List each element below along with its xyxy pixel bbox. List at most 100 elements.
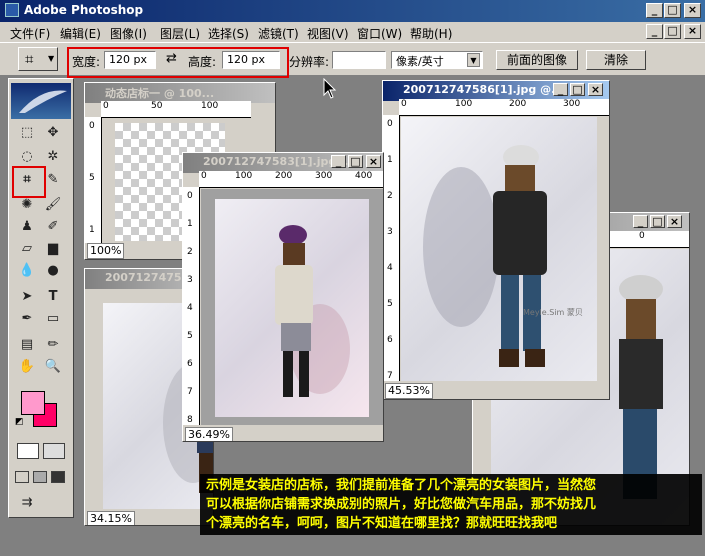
- blur-tool-icon[interactable]: 💧: [17, 261, 37, 281]
- ruler-label: 6: [187, 359, 193, 369]
- ruler-label: 300: [315, 171, 333, 181]
- adobe-feather-logo: [11, 83, 71, 119]
- minimize-button[interactable]: _: [553, 83, 568, 96]
- caption-line: 可以根据你店铺需求换成别的照片，好比您做汽车用品，那不妨找几: [206, 497, 597, 512]
- model-photo[interactable]: [215, 199, 369, 417]
- tool-preset-picker[interactable]: ⌗ ▼: [18, 47, 58, 71]
- maximize-button[interactable]: □: [650, 215, 665, 228]
- close-button[interactable]: ×: [667, 215, 682, 228]
- eraser-tool-icon[interactable]: ▱: [17, 239, 37, 259]
- ruler-label: 1: [387, 155, 393, 165]
- magic-wand-icon[interactable]: ✲: [43, 147, 63, 167]
- hand-tool-icon[interactable]: ✋: [17, 357, 37, 377]
- menu-window[interactable]: 窗口(W): [357, 25, 402, 42]
- menu-image[interactable]: 图像(I): [110, 25, 147, 42]
- zoom-level[interactable]: 36.49%: [185, 427, 233, 441]
- minimize-button[interactable]: _: [633, 215, 648, 228]
- menu-layer[interactable]: 图层(L): [160, 25, 200, 42]
- close-button[interactable]: ×: [684, 3, 701, 18]
- crop-tool-icon[interactable]: ⌗: [17, 170, 37, 190]
- resolution-field[interactable]: [332, 51, 386, 69]
- menu-select[interactable]: 选择(S): [208, 25, 249, 42]
- model-photo[interactable]: Meyle.Sim 蒙贝: [401, 117, 597, 381]
- screen-mode-standard-icon[interactable]: [15, 471, 29, 483]
- menu-view[interactable]: 视图(V): [307, 25, 349, 42]
- dodge-tool-icon[interactable]: ●: [43, 261, 63, 281]
- notes-tool-icon[interactable]: ▤: [17, 335, 37, 355]
- lasso-tool-icon[interactable]: ◌: [17, 147, 37, 167]
- maximize-button[interactable]: □: [570, 83, 585, 96]
- ruler-label: 400: [355, 171, 373, 181]
- minimize-button[interactable]: _: [646, 3, 663, 18]
- swap-icon[interactable]: ⇄: [166, 51, 177, 66]
- title-bar: Adobe Photoshop _ □ ×: [0, 0, 705, 22]
- front-image-button[interactable]: 前面的图像: [496, 50, 578, 70]
- zoom-tool-icon[interactable]: 🔍: [43, 357, 63, 377]
- width-field[interactable]: 120 px: [104, 51, 156, 69]
- photo-watermark: Meyle.Sim 蒙贝: [523, 308, 583, 317]
- model-figure-image: [423, 145, 547, 367]
- gradient-tool-icon[interactable]: ▆: [43, 239, 63, 259]
- zoom-level[interactable]: 100%: [87, 243, 125, 259]
- healing-brush-icon[interactable]: ✺: [17, 195, 37, 215]
- close-button[interactable]: ×: [366, 155, 381, 168]
- default-colors-icon[interactable]: ◩: [15, 417, 24, 427]
- eyedropper-icon[interactable]: ✏: [43, 335, 63, 355]
- ruler-label: 50: [151, 101, 163, 111]
- ruler-label: 5: [89, 173, 95, 183]
- doc-window-photo-583[interactable]: 200712747583[1].jpg ... _ □ × 0 100 200 …: [182, 152, 384, 442]
- doc-window-photo-586[interactable]: 200712747586[1].jpg @... _ □ × 0 100 200…: [382, 80, 610, 400]
- ruler-label: 0: [639, 231, 645, 241]
- ruler-label: 4: [387, 263, 393, 273]
- width-label: 宽度:: [72, 55, 101, 69]
- horizontal-ruler: 0 100 200 300 400: [199, 171, 383, 188]
- ruler-label: 0: [201, 171, 207, 181]
- foreground-color-swatch[interactable]: [21, 391, 45, 415]
- ruler-label: 0: [187, 191, 193, 201]
- clone-stamp-icon[interactable]: ♟: [17, 217, 37, 237]
- ruler-label: 100: [455, 99, 473, 109]
- ruler-label: 0: [89, 121, 95, 131]
- caption-line: 个漂亮的名车，呵呵，图片不知道在哪里找？那就旺旺找我吧: [206, 516, 558, 531]
- zoom-level[interactable]: 34.15%: [87, 511, 135, 525]
- doc-close-button[interactable]: ×: [684, 24, 701, 39]
- minimize-button[interactable]: _: [331, 155, 346, 168]
- screen-mode-full-icon[interactable]: [51, 471, 65, 483]
- marquee-tool-icon[interactable]: ⬚: [17, 123, 37, 143]
- maximize-button[interactable]: □: [348, 155, 363, 168]
- crop-icon: ⌗: [25, 50, 34, 68]
- screen-mode-menubar-icon[interactable]: [33, 471, 47, 483]
- move-tool-icon[interactable]: ✥: [43, 123, 63, 143]
- ruler-label: 6: [387, 335, 393, 345]
- menu-filter[interactable]: 滤镜(T): [258, 25, 299, 42]
- horizontal-ruler: 0 50 100: [101, 101, 251, 118]
- type-tool-icon[interactable]: T: [43, 287, 63, 307]
- doc-restore-button[interactable]: □: [664, 24, 681, 39]
- standard-mode-icon[interactable]: [17, 443, 39, 459]
- ruler-label: 3: [387, 227, 393, 237]
- brush-tool-icon[interactable]: 🖌: [43, 195, 63, 215]
- quick-mask-icon[interactable]: [43, 443, 65, 459]
- menu-edit[interactable]: 编辑(E): [60, 25, 101, 42]
- zoom-level[interactable]: 45.53%: [385, 383, 433, 399]
- jump-to-imageready-icon[interactable]: ⇉: [17, 493, 37, 513]
- pen-tool-icon[interactable]: ✒: [17, 309, 37, 329]
- tutorial-caption: 示例是女装店的店标，我们提前准备了几个漂亮的女装图片，当然您 可以根据你店铺需求…: [200, 474, 702, 535]
- vertical-ruler: 0 1 2 3 4 5 6 7 8: [183, 187, 200, 425]
- doc-minimize-button[interactable]: _: [646, 24, 663, 39]
- ruler-label: 200: [509, 99, 527, 109]
- close-button[interactable]: ×: [588, 83, 603, 96]
- shape-tool-icon[interactable]: ▭: [43, 309, 63, 329]
- menu-file[interactable]: 文件(F): [10, 25, 50, 42]
- menu-help[interactable]: 帮助(H): [410, 25, 452, 42]
- ruler-label: 1: [187, 219, 193, 229]
- path-selection-icon[interactable]: ➤: [17, 287, 37, 307]
- ruler-label: 2: [387, 191, 393, 201]
- unit-select[interactable]: 像素/英寸 ▼: [391, 51, 483, 69]
- clear-button[interactable]: 清除: [586, 50, 646, 70]
- history-brush-icon[interactable]: ✐: [43, 217, 63, 237]
- slice-tool-icon[interactable]: ✎: [43, 170, 63, 190]
- maximize-button[interactable]: □: [664, 3, 681, 18]
- ruler-label: 2: [187, 247, 193, 257]
- height-field[interactable]: 120 px: [222, 51, 280, 69]
